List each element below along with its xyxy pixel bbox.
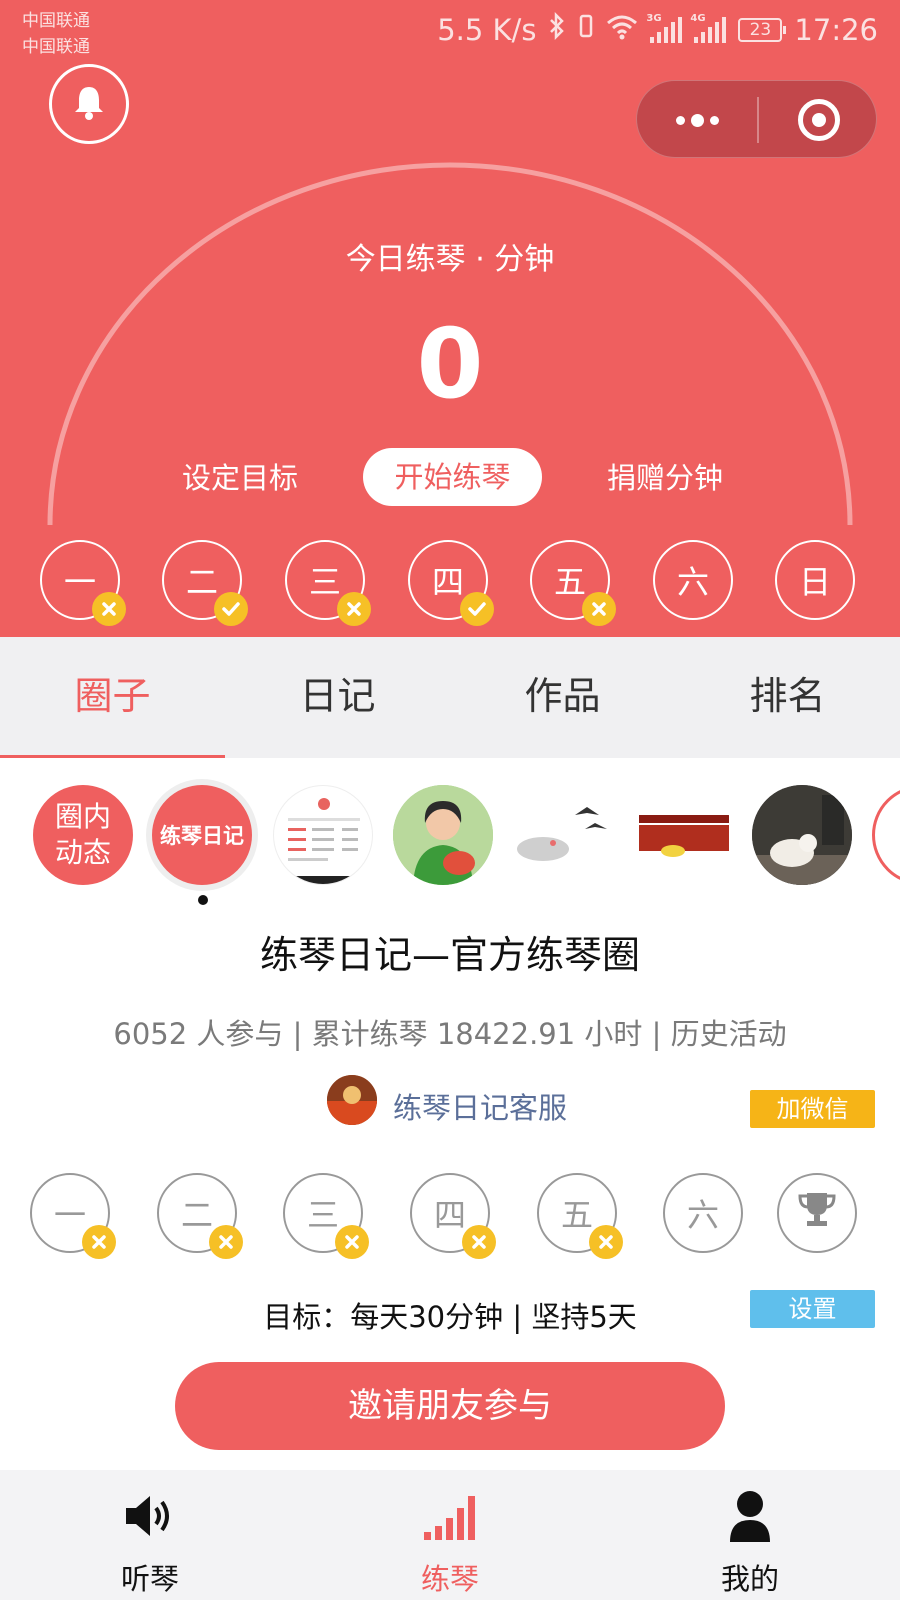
today-minutes-value: 0 (416, 308, 484, 420)
practice-header: 中国联通 中国联通 5.5 K/s 3G 4G 23 17:26 今日练琴 · … (0, 0, 900, 637)
bottom-navigation: 听琴 练琴 我的 (0, 1470, 900, 1600)
week-day-5[interactable]: 五 (530, 540, 616, 626)
cross-icon (209, 1225, 243, 1259)
week-day-label: 五 (553, 563, 586, 601)
user-icon (720, 1488, 780, 1544)
goal-day-label: 六 (686, 1196, 719, 1234)
week-day-label: 一 (63, 563, 96, 601)
goal-day-label: 一 (53, 1196, 86, 1234)
goal-day-2[interactable]: 二 (157, 1173, 243, 1259)
circle-avatar[interactable] (273, 785, 373, 885)
goal-day-label: 三 (306, 1196, 339, 1234)
signal-bars-icon (420, 1488, 480, 1544)
tab-circle[interactable]: 圈子 (0, 637, 225, 758)
tab-works[interactable]: 作品 (450, 637, 675, 758)
goal-day-3[interactable]: 三 (283, 1173, 369, 1259)
cross-icon (92, 592, 126, 626)
circle-avatar[interactable] (752, 785, 852, 885)
section-tabs: 圈子 日记 作品 排名 (0, 637, 900, 758)
week-day-label: 二 (185, 563, 218, 601)
tab-ranking[interactable]: 排名 (675, 637, 900, 758)
week-day-6[interactable]: 六 (653, 540, 733, 620)
trophy-icon (795, 1187, 839, 1239)
nav-listen[interactable]: 听琴 (50, 1470, 250, 1600)
circle-title: 练琴日记—官方练琴圈 (259, 933, 640, 977)
week-day-label: 三 (308, 563, 341, 601)
cross-icon (82, 1225, 116, 1259)
cross-icon (337, 592, 371, 626)
nav-mine[interactable]: 我的 (650, 1470, 850, 1600)
circle-avatar[interactable] (633, 785, 733, 885)
goal-day-4[interactable]: 四 (410, 1173, 496, 1259)
week-day-2[interactable]: 二 (162, 540, 248, 626)
goal-day-5[interactable]: 五 (537, 1173, 623, 1259)
goal-day-label: 五 (560, 1196, 593, 1234)
check-icon (214, 592, 248, 626)
cross-icon (462, 1225, 496, 1259)
circle-feed-button[interactable]: 圈内 动态 (33, 785, 133, 885)
cross-icon (582, 592, 616, 626)
circle-feed-label: 圈内 (54, 799, 111, 833)
donate-minutes-button[interactable]: 捐赠分钟 (580, 455, 750, 497)
goal-day-label: 二 (180, 1196, 213, 1234)
tab-diary[interactable]: 日记 (225, 637, 450, 758)
week-day-label: 四 (431, 563, 464, 601)
circle-practice-diary[interactable]: 练琴日记 (152, 785, 252, 885)
trophy-button[interactable] (777, 1173, 857, 1253)
circle-avatar[interactable] (513, 785, 613, 885)
today-practice-label: 今日练琴 · 分钟 (345, 242, 555, 277)
invite-friends-button[interactable]: 邀请朋友参与 (175, 1362, 725, 1450)
week-day-3[interactable]: 三 (285, 540, 371, 626)
nav-listen-label: 听琴 (120, 1562, 179, 1596)
cross-icon (335, 1225, 369, 1259)
week-day-4[interactable]: 四 (408, 540, 494, 626)
check-icon (460, 592, 494, 626)
circle-avatar[interactable] (872, 785, 900, 885)
start-practice-button[interactable]: 开始练琴 (363, 448, 542, 506)
service-avatar[interactable] (327, 1075, 377, 1125)
nav-mine-label: 我的 (720, 1562, 779, 1596)
set-goal-button[interactable]: 设定目标 (160, 455, 320, 497)
goal-day-label: 四 (433, 1196, 466, 1234)
goal-day-6[interactable]: 六 (663, 1173, 743, 1253)
circle-feed-label: 动态 (54, 836, 111, 869)
selected-indicator (198, 895, 208, 905)
circle-stats[interactable]: 6052 人参与 | 累计练琴 18422.91 小时 | 历史活动 (0, 1011, 900, 1053)
nav-practice[interactable]: 练琴 (350, 1470, 550, 1600)
week-day-label: 六 (676, 563, 709, 601)
cross-icon (589, 1225, 623, 1259)
speaker-icon (120, 1488, 180, 1544)
week-day-1[interactable]: 一 (40, 540, 126, 626)
circle-diary-label: 练琴日记 (160, 824, 244, 848)
week-day-label: 日 (798, 563, 831, 601)
nav-practice-label: 练琴 (420, 1562, 479, 1596)
circle-avatar[interactable] (393, 785, 493, 885)
goal-day-1[interactable]: 一 (30, 1173, 116, 1259)
service-account-link[interactable]: 练琴日记客服 (393, 1085, 567, 1127)
goal-settings-button[interactable]: 设置 (750, 1290, 875, 1328)
week-day-7[interactable]: 日 (775, 540, 855, 620)
add-wechat-button[interactable]: 加微信 (750, 1090, 875, 1128)
